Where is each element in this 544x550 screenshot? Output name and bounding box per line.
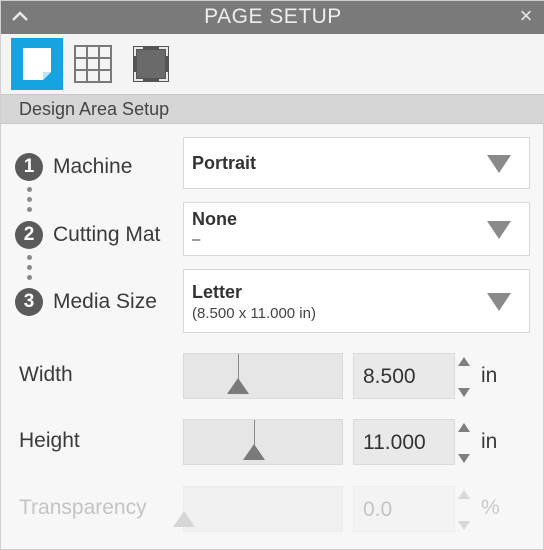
page-icon <box>11 48 63 94</box>
cutting-mat-value: None <box>192 209 237 229</box>
slider-tick <box>254 420 255 446</box>
slider-thumb[interactable] <box>173 511 195 527</box>
step-number-2: 2 <box>15 221 43 249</box>
transparency-field[interactable] <box>354 487 454 531</box>
height-field-box <box>353 419 455 465</box>
title-bar: PAGE SETUP × <box>1 1 544 34</box>
machine-value: Portrait <box>192 153 257 173</box>
connector-dot <box>27 255 32 260</box>
section-header: Design Area Setup <box>1 94 544 124</box>
connector-dot <box>27 275 32 280</box>
stepper-down-icon[interactable] <box>458 454 470 463</box>
connector-dot <box>27 187 32 192</box>
page-setup-toolbar <box>1 34 544 94</box>
chevron-down-icon <box>487 293 511 311</box>
width-unit: in <box>481 364 498 387</box>
width-slider[interactable] <box>183 353 343 399</box>
stepper-up-icon[interactable] <box>458 423 470 432</box>
media-size-value: Letter <box>192 282 243 302</box>
media-size-dropdown[interactable]: Letter (8.500 x 11.000 in) <box>183 269 530 333</box>
width-field-box <box>353 353 455 399</box>
grid-tab-button[interactable] <box>67 38 119 90</box>
chevron-down-icon <box>487 221 511 239</box>
cutting-mat-label: Cutting Mat <box>53 223 161 246</box>
chevron-down-icon <box>487 155 511 173</box>
transparency-slider[interactable] <box>173 486 343 532</box>
bleed-tab-button[interactable] <box>125 38 177 90</box>
connector-dot <box>27 207 32 212</box>
connector-dot <box>27 197 32 202</box>
height-label: Height <box>19 429 80 452</box>
machine-label: Machine <box>53 155 133 178</box>
stepper-down-icon[interactable] <box>458 521 470 530</box>
slider-tick <box>238 354 239 380</box>
cutting-mat-subvalue: – <box>192 231 201 248</box>
width-label: Width <box>19 363 73 386</box>
height-slider[interactable] <box>183 419 343 465</box>
section-title: Design Area Setup <box>19 99 170 119</box>
step-number-1: 1 <box>15 153 43 181</box>
grid-icon <box>67 45 119 94</box>
connector-dot <box>27 265 32 270</box>
width-stepper[interactable] <box>457 357 471 397</box>
transparency-field-box <box>353 486 455 532</box>
height-field[interactable] <box>354 420 454 464</box>
stepper-up-icon[interactable] <box>458 490 470 499</box>
stepper-up-icon[interactable] <box>458 357 470 366</box>
stepper-down-icon[interactable] <box>458 388 470 397</box>
media-size-label: Media Size <box>53 290 157 313</box>
panel-title: PAGE SETUP <box>204 5 342 28</box>
page-tab-button[interactable] <box>11 38 63 90</box>
width-field[interactable] <box>354 354 454 398</box>
bleed-icon <box>125 46 177 94</box>
transparency-stepper[interactable] <box>457 490 471 530</box>
slider-thumb[interactable] <box>227 378 249 394</box>
machine-dropdown[interactable]: Portrait <box>183 137 530 189</box>
height-stepper[interactable] <box>457 423 471 463</box>
cutting-mat-dropdown[interactable]: None – <box>183 202 530 256</box>
transparency-unit: % <box>481 496 500 519</box>
page-setup-panel: PAGE SETUP × Design Area Setup 1 Machine… <box>0 0 544 550</box>
height-unit: in <box>481 430 498 453</box>
media-size-subvalue: (8.500 x 11.000 in) <box>192 305 316 322</box>
slider-thumb[interactable] <box>243 444 265 460</box>
step-number-3: 3 <box>15 288 43 316</box>
close-icon[interactable]: × <box>515 5 537 27</box>
transparency-label: Transparency <box>19 496 147 519</box>
